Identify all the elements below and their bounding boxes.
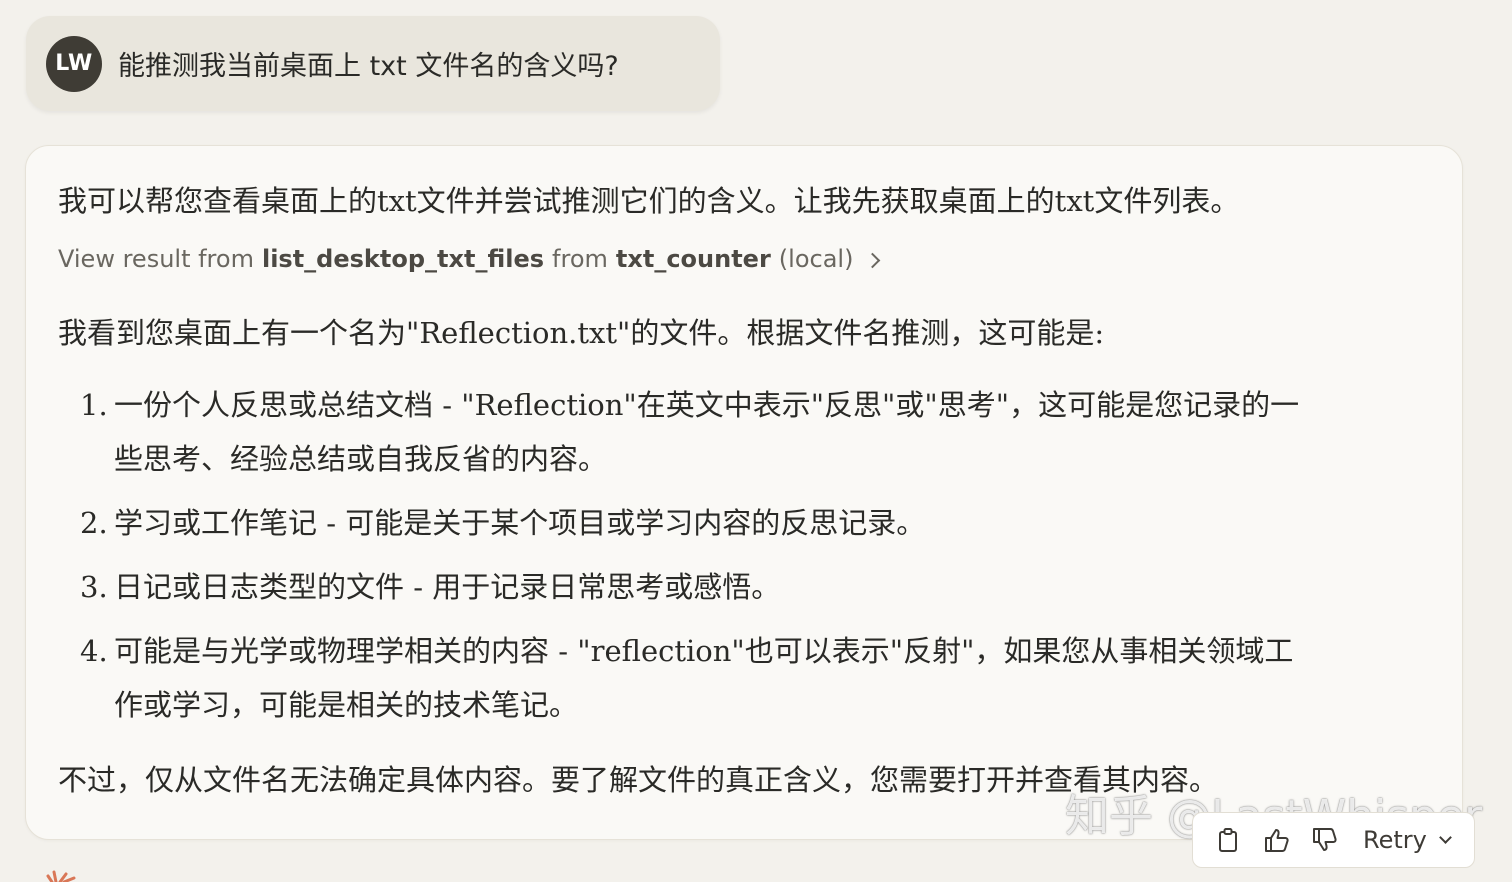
list-item-line: 可能是与光学或物理学相关的内容 - "reflection"也可以表示"反射"，… [114,634,1294,668]
tool-server-name: txt_counter [615,245,771,273]
user-message-text: 能推测我当前桌面上 txt 文件名的含义吗? [118,51,619,82]
assistant-closing-text: 不过，仅从文件名无法确定具体内容。要了解文件的真正含义，您需要打开并查看其内容。 [58,763,1219,797]
tool-result-toggle[interactable]: View result from list_desktop_txt_files … [58,245,881,273]
tool-result-suffix: (local) [778,245,854,273]
retry-button[interactable]: Retry [1363,826,1452,854]
list-item: 2. 学习或工作笔记 - 可能是关于某个项目或学习内容的反思记录。 [58,496,1398,550]
tool-result-from: from [552,245,608,273]
list-item-number: 3. [80,570,108,604]
thumbs-down-button[interactable] [1305,820,1345,860]
thumbs-up-button[interactable] [1257,820,1297,860]
list-item-line: 一份个人反思或总结文档 - "Reflection"在英文中表示"反思"或"思考… [114,388,1300,422]
user-avatar: LW [46,35,102,92]
message-actions-toolbar: Retry [1192,812,1475,868]
chevron-down-icon [1438,830,1452,844]
list-item-line: 些思考、经验总结或自我反省的内容。 [114,442,608,476]
retry-label: Retry [1363,826,1427,854]
tool-result-prefix: View result from [58,245,254,273]
list-item-line: 学习或工作笔记 - 可能是关于某个项目或学习内容的反思记录。 [114,506,926,540]
list-item: 1. 一份个人反思或总结文档 - "Reflection"在英文中表示"反思"或… [58,378,1398,486]
copy-button[interactable] [1209,820,1249,860]
thumbs-up-icon [1265,829,1289,852]
assistant-found-text: 我看到您桌面上有一个名为"Reflection.txt"的文件。根据文件名推测，… [58,316,1105,350]
chevron-right-icon [865,252,881,268]
list-item-line: 作或学习，可能是相关的技术笔记。 [114,688,579,722]
assistant-response-card: 我可以帮您查看桌面上的txt文件并尝试推测它们的含义。让我先获取桌面上的txt文… [25,145,1463,840]
list-item-number: 2. [80,506,108,540]
list-item: 3. 日记或日志类型的文件 - 用于记录日常思考或感悟。 [58,560,1398,614]
copy-icon [1219,828,1237,852]
assistant-intro-text: 我可以帮您查看桌面上的txt文件并尝试推测它们的含义。让我先获取桌面上的txt文… [58,184,1240,218]
tool-name: list_desktop_txt_files [261,245,545,273]
list-item-number: 4. [80,634,108,668]
claude-logo-icon [46,870,76,882]
list-item-number: 1. [80,388,108,422]
list-item-line: 日记或日志类型的文件 - 用于记录日常思考或感悟。 [114,570,781,604]
thumbs-down-icon [1313,828,1337,851]
guess-list: 1. 一份个人反思或总结文档 - "Reflection"在英文中表示"反思"或… [58,378,1398,742]
list-item: 4. 可能是与光学或物理学相关的内容 - "reflection"也可以表示"反… [58,624,1398,732]
user-message-bubble: LW 能推测我当前桌面上 txt 文件名的含义吗? [26,16,720,111]
